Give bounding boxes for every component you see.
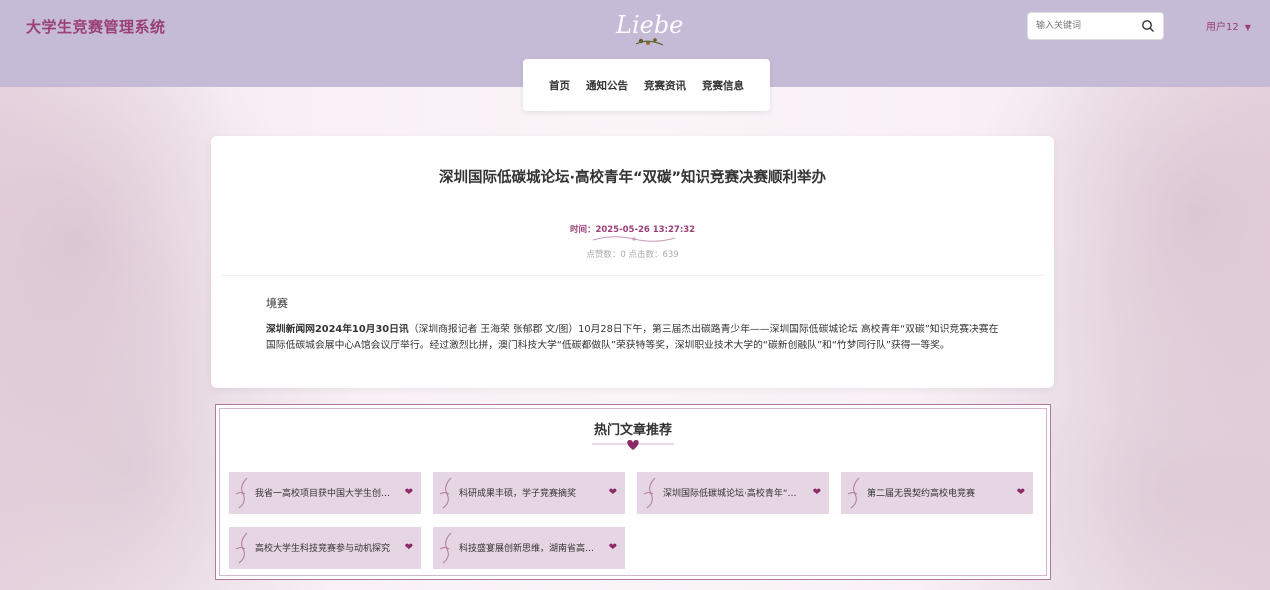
ornament-icon [847,477,860,509]
heart-icon: ❤ [608,487,617,498]
hot-articles-title: 热门文章推荐 [593,423,672,438]
hot-article-item[interactable]: 高校大学生科技竞赛参与动机探究 ❤ [229,527,421,569]
heart-icon: ❤ [812,487,821,498]
ornament-icon [643,477,656,509]
heart-divider-icon [592,440,674,450]
article-body: 深圳新闻网2024年10月30日讯（深圳商报记者 王海荣 张郁郡 文/图）10月… [266,322,1001,354]
user-menu[interactable]: 用户12 ▼ [1206,18,1251,33]
hot-article-title: 科技盛宴展创新思维，湖南省高校... [459,544,599,554]
heart-icon: ❤ [404,487,413,498]
nav-item-home[interactable]: 首页 [549,78,570,93]
hot-article-item[interactable]: 我省一高校项目获中国大学生创业... ❤ [229,472,421,514]
ornament-icon [235,477,248,509]
hot-article-item[interactable]: 深圳国际低碳城论坛·高校青年“双... ❤ [637,472,829,514]
ornament-icon [439,477,452,509]
heart-icon: ❤ [608,542,617,553]
hot-articles-panel: 热门文章推荐 我省一高校项目获中国大学生创业... ❤ 科研成果丰硕，学子竞赛摘… [215,404,1051,580]
ornament-icon [439,532,452,564]
article-stats: 点赞数：0 点击数：639 [586,250,679,260]
chevron-down-icon: ▼ [1244,23,1251,32]
nav-item-competition-news[interactable]: 竞赛资讯 [644,78,686,93]
article-title: 深圳国际低碳城论坛·高校青年“双碳”知识竞赛决赛顺利举办 [438,170,827,186]
user-name: 用户12 [1206,22,1239,33]
heart-icon: ❤ [404,542,413,553]
nav-item-competition-info[interactable]: 竞赛信息 [702,78,744,93]
heart-icon: ❤ [1016,487,1025,498]
article-lead: 深圳新闻网2024年10月30日讯 [266,324,409,335]
svg-text:Liebe: Liebe [615,11,683,39]
article-card: 深圳国际低碳城论坛·高校青年“双碳”知识竞赛决赛顺利举办 时间：2025-05-… [211,136,1054,388]
hot-article-title: 科研成果丰硕，学子竞赛摘奖 [459,489,577,499]
section-label: 境赛 [266,297,288,310]
search-box[interactable] [1027,12,1164,40]
nav-item-announcements[interactable]: 通知公告 [586,78,628,93]
hot-article-item[interactable]: 第二届无畏契约高校电竞赛 ❤ [841,472,1033,514]
hot-article-title: 深圳国际低碳城论坛·高校青年“双... [663,489,803,499]
hot-article-item[interactable]: 科研成果丰硕，学子竞赛摘奖 ❤ [433,472,625,514]
divider [221,275,1044,276]
search-input[interactable] [1034,17,1138,35]
search-icon[interactable] [1141,19,1155,33]
hot-article-title: 高校大学生科技竞赛参与动机探究 [255,544,391,554]
main-nav: 首页 通知公告 竞赛资讯 竞赛信息 [523,59,770,111]
site-title: 大学生竞赛管理系统 [26,18,166,36]
swirl-decoration-icon [592,236,676,242]
script-logo: Liebe [615,11,683,46]
ornament-icon [235,532,248,564]
hot-article-item[interactable]: 科技盛宴展创新思维，湖南省高校... ❤ [433,527,625,569]
hot-article-title: 我省一高校项目获中国大学生创业... [255,489,395,499]
hot-article-title: 第二届无畏契约高校电竞赛 [867,489,976,499]
